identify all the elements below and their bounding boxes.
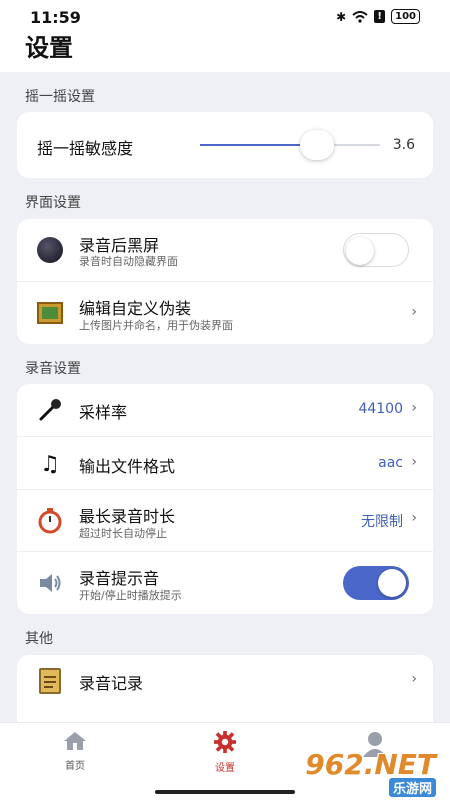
setting-row-black-screen[interactable]: 录音后黑屏 录音时自动隐藏界面 xyxy=(17,219,433,281)
setting-title: 录音记录 xyxy=(79,674,144,693)
home-icon xyxy=(64,732,86,750)
setting-subtitle: 超过时长自动停止 xyxy=(79,527,167,540)
setting-value: 44100 xyxy=(358,401,403,417)
watermark-sub: 乐游网 xyxy=(388,778,436,797)
header: 设置 xyxy=(0,34,450,72)
watermark: 962.NET 乐游网 xyxy=(302,748,442,797)
chevron-right-icon: › xyxy=(411,304,417,320)
status-time: 11:59 xyxy=(30,8,81,27)
alert-icon: ! xyxy=(374,10,386,23)
setting-subtitle: 开始/停止时播放提示 xyxy=(79,589,182,602)
bluetooth-icon: ✱ xyxy=(336,9,347,24)
toggle-knob xyxy=(378,569,406,597)
picture-frame-icon xyxy=(37,300,63,326)
section-label-recording: 录音设置 xyxy=(25,361,81,377)
speaker-icon xyxy=(37,570,63,596)
setting-row-prompt-sound[interactable]: 录音提示音 开始/停止时播放提示 xyxy=(17,551,433,613)
chevron-right-icon: › xyxy=(411,400,417,416)
shake-card: 摇一摇敏感度 3.6 xyxy=(17,112,433,178)
status-icons: ✱ ! 100 xyxy=(336,9,420,24)
tab-settings[interactable]: 设置 xyxy=(185,731,265,774)
setting-row-records[interactable]: 录音记录 › xyxy=(17,655,433,707)
setting-subtitle: 上传图片并命名，用于伪装界面 xyxy=(79,319,233,332)
prompt-sound-toggle[interactable] xyxy=(343,566,409,600)
sensitivity-slider[interactable] xyxy=(200,128,380,162)
setting-title: 输出文件格式 xyxy=(79,457,176,476)
section-label-shake: 摇一摇设置 xyxy=(25,89,95,105)
watermark-brand: 962.NET xyxy=(305,748,436,781)
battery-indicator: 100 xyxy=(391,9,420,24)
setting-value: 无限制 xyxy=(361,514,403,530)
setting-title: 编辑自定义伪装 xyxy=(79,299,192,318)
ui-card: 录音后黑屏 录音时自动隐藏界面 编辑自定义伪装 上传图片并命名，用于伪装界面 › xyxy=(17,219,433,344)
tab-home[interactable]: 首页 xyxy=(35,731,115,772)
setting-row-disguise[interactable]: 编辑自定义伪装 上传图片并命名，用于伪装界面 › xyxy=(17,281,433,344)
wifi-icon xyxy=(352,10,368,23)
black-screen-icon xyxy=(37,237,63,263)
sensitivity-label: 摇一摇敏感度 xyxy=(37,139,134,158)
microphone-icon xyxy=(37,397,63,423)
chevron-right-icon: › xyxy=(411,454,417,470)
setting-row-format[interactable]: ♫ 输出文件格式 aac › xyxy=(17,436,433,489)
chevron-right-icon: › xyxy=(411,510,417,526)
music-note-icon: ♫ xyxy=(40,451,60,477)
home-indicator[interactable] xyxy=(155,790,295,794)
setting-title: 最长录音时长 xyxy=(79,507,176,526)
stopwatch-icon xyxy=(37,508,63,534)
page-title: 设置 xyxy=(25,34,73,62)
black-screen-toggle[interactable] xyxy=(343,233,409,267)
tab-label: 首页 xyxy=(65,761,85,772)
setting-subtitle: 录音时自动隐藏界面 xyxy=(79,255,178,268)
toggle-knob xyxy=(346,237,374,265)
setting-title: 采样率 xyxy=(79,403,128,422)
chevron-right-icon: › xyxy=(411,671,417,687)
slider-knob[interactable] xyxy=(300,130,334,160)
setting-value: aac xyxy=(378,455,403,471)
tab-label: 设置 xyxy=(215,763,235,774)
setting-row-sample-rate[interactable]: 采样率 44100 › xyxy=(17,384,433,436)
setting-row-max-duration[interactable]: 最长录音时长 超过时长自动停止 无限制 › xyxy=(17,489,433,551)
gear-icon xyxy=(214,731,236,753)
section-label-other: 其他 xyxy=(25,631,53,647)
sensitivity-value: 3.6 xyxy=(392,137,415,153)
clipboard-icon xyxy=(37,668,63,694)
section-label-ui: 界面设置 xyxy=(25,195,81,211)
setting-title: 录音提示音 xyxy=(79,569,160,588)
recording-card: 采样率 44100 › ♫ 输出文件格式 aac › 最长录音时长 超过时长自动… xyxy=(17,384,433,614)
